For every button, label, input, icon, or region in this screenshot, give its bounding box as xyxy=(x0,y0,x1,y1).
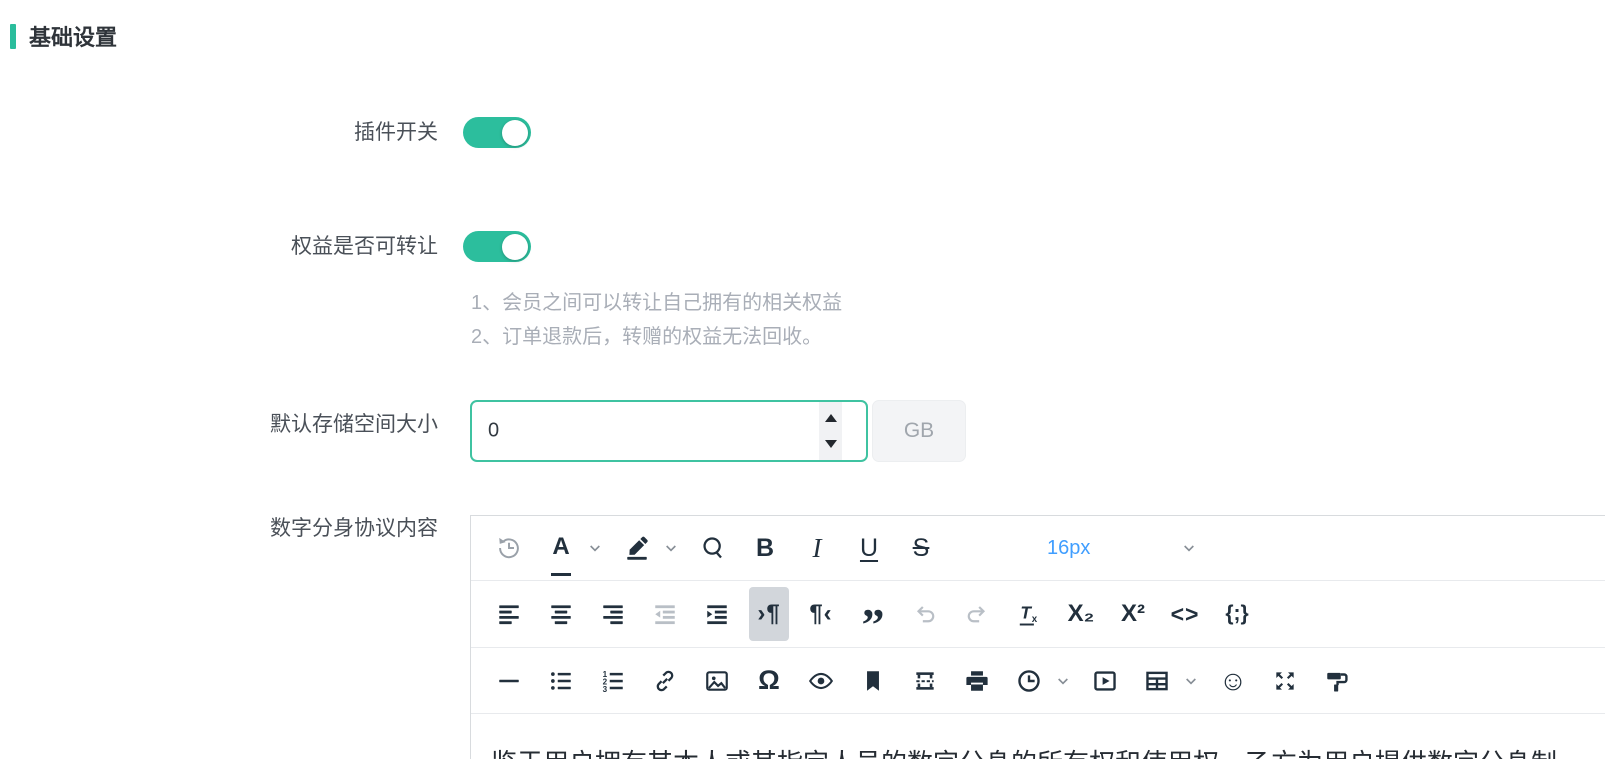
transferable-label: 权益是否可转让 xyxy=(0,234,438,260)
highlight-button[interactable] xyxy=(617,521,657,575)
search-icon xyxy=(700,535,726,561)
font-size-value: 16px xyxy=(1047,537,1090,560)
align-center-button[interactable] xyxy=(541,587,581,641)
image-button[interactable] xyxy=(697,654,737,708)
fullscreen-button[interactable] xyxy=(1265,654,1305,708)
highlight-icon xyxy=(624,535,650,561)
section-header: 基础设置 xyxy=(10,20,117,52)
transferable-toggle[interactable] xyxy=(463,231,531,262)
clear-format-icon: Tx xyxy=(1016,601,1042,627)
storage-unit-suffix: GB xyxy=(872,400,966,462)
svg-text:T: T xyxy=(1020,602,1032,622)
storage-size-label: 默认存储空间大小 xyxy=(0,412,438,438)
insert-time-icon xyxy=(1016,668,1042,694)
bookmark-button[interactable] xyxy=(853,654,893,708)
editor-content[interactable]: 鉴于用户拥有其本人或其指定人员的数字分身的所有权和使用权，乙方为用户提供数字分身… xyxy=(471,714,1605,759)
svg-text:x: x xyxy=(1032,614,1038,625)
history-button[interactable] xyxy=(489,521,529,575)
font-size-select[interactable]: 16px xyxy=(1047,537,1199,560)
bold-button[interactable]: B xyxy=(745,521,785,575)
agreement-label: 数字分身协议内容 xyxy=(0,516,438,542)
storage-size-input[interactable]: 0 xyxy=(470,400,868,462)
preview-button[interactable] xyxy=(801,654,841,708)
editor-toolbar-row-3: 123 Ω ☺ xyxy=(471,648,1605,714)
outdent-icon xyxy=(652,601,678,627)
undo-icon xyxy=(912,601,938,627)
link-button[interactable] xyxy=(645,654,685,708)
subscript-button[interactable]: X₂ xyxy=(1061,587,1101,641)
bullet-list-button[interactable] xyxy=(541,654,581,708)
inline-code-button[interactable]: <> xyxy=(1165,587,1205,641)
link-icon xyxy=(652,668,678,694)
font-color-button[interactable]: A xyxy=(541,520,581,576)
code-block-button[interactable]: {;} xyxy=(1217,587,1257,641)
search-button[interactable] xyxy=(693,521,733,575)
editor-toolbar-row-1: A BIUS 16px xyxy=(471,516,1605,581)
format-painter-button[interactable] xyxy=(1317,654,1357,708)
storage-size-value: 0 xyxy=(488,420,499,443)
editor-toolbar-row-2: ›¶¶‹” Tx X₂X²<> {;} xyxy=(471,581,1605,648)
page-break-button[interactable] xyxy=(905,654,945,708)
image-icon xyxy=(704,668,730,694)
chevron-down-icon[interactable] xyxy=(1181,673,1201,689)
chevron-down-icon[interactable] xyxy=(661,540,681,556)
toggle-knob xyxy=(502,234,528,260)
redo-icon xyxy=(964,601,990,627)
italic-button[interactable]: I xyxy=(797,521,837,575)
table-button[interactable] xyxy=(1137,654,1177,708)
align-right-button[interactable] xyxy=(593,587,633,641)
chevron-down-icon[interactable] xyxy=(585,540,605,556)
align-center-icon xyxy=(548,601,574,627)
history-icon xyxy=(496,535,522,561)
bullet-list-icon xyxy=(548,668,574,694)
table-icon xyxy=(1144,668,1170,694)
section-marker-bar xyxy=(10,24,16,49)
page-break-icon xyxy=(912,668,938,694)
clear-format-button[interactable]: Tx xyxy=(1009,587,1049,641)
horizontal-rule-icon xyxy=(496,668,522,694)
print-button[interactable] xyxy=(957,654,997,708)
spinner-up-button[interactable] xyxy=(825,414,837,422)
align-right-icon xyxy=(600,601,626,627)
strikethrough-button[interactable]: S xyxy=(901,521,941,575)
print-icon xyxy=(964,668,990,694)
transfer-tip-2: 2、订单退款后，转赠的权益无法回收。 xyxy=(471,320,822,349)
svg-text:3: 3 xyxy=(603,685,608,694)
video-icon xyxy=(1092,668,1118,694)
indent-button[interactable] xyxy=(697,587,737,641)
horizontal-rule-button[interactable] xyxy=(489,654,529,708)
video-button[interactable] xyxy=(1085,654,1125,708)
insert-time-button[interactable] xyxy=(1009,654,1049,708)
format-painter-icon xyxy=(1324,668,1350,694)
redo-button xyxy=(957,587,997,641)
transfer-tip-1: 1、会员之间可以转让自己拥有的相关权益 xyxy=(471,286,842,315)
superscript-button[interactable]: X² xyxy=(1113,587,1153,641)
numbered-list-button[interactable]: 123 xyxy=(593,654,633,708)
undo-button xyxy=(905,587,945,641)
fullscreen-icon xyxy=(1272,668,1298,694)
rtl-button[interactable]: ¶‹ xyxy=(801,587,841,641)
indent-icon xyxy=(704,601,730,627)
bookmark-icon xyxy=(860,668,886,694)
rich-text-editor: A BIUS 16px ›¶¶‹” Tx X₂X²<> {;} 123 Ω ☺ 鉴于用户拥有其… xyxy=(470,515,1605,759)
spinner-down-button[interactable] xyxy=(825,440,837,448)
toggle-knob xyxy=(502,120,528,146)
chevron-down-icon[interactable] xyxy=(1053,673,1073,689)
ltr-button[interactable]: ›¶ xyxy=(749,587,789,641)
numbered-list-icon: 123 xyxy=(600,668,626,694)
plugin-switch-label: 插件开关 xyxy=(0,120,438,146)
underline-button[interactable]: U xyxy=(849,521,889,575)
preview-icon xyxy=(808,668,834,694)
emoji-button[interactable]: ☺ xyxy=(1213,654,1253,708)
blockquote-button[interactable]: ” xyxy=(853,597,893,651)
align-left-button[interactable] xyxy=(489,587,529,641)
outdent-button xyxy=(645,587,685,641)
chevron-down-icon xyxy=(1179,540,1199,556)
special-character-button[interactable]: Ω xyxy=(749,654,789,708)
section-title: 基础设置 xyxy=(29,20,117,52)
basic-settings-page: 基础设置 插件开关 权益是否可转让 1、会员之间可以转让自己拥有的相关权益 2、… xyxy=(0,0,1605,759)
number-spinner xyxy=(819,402,842,460)
align-left-icon xyxy=(496,601,522,627)
plugin-switch-toggle[interactable] xyxy=(463,117,531,148)
